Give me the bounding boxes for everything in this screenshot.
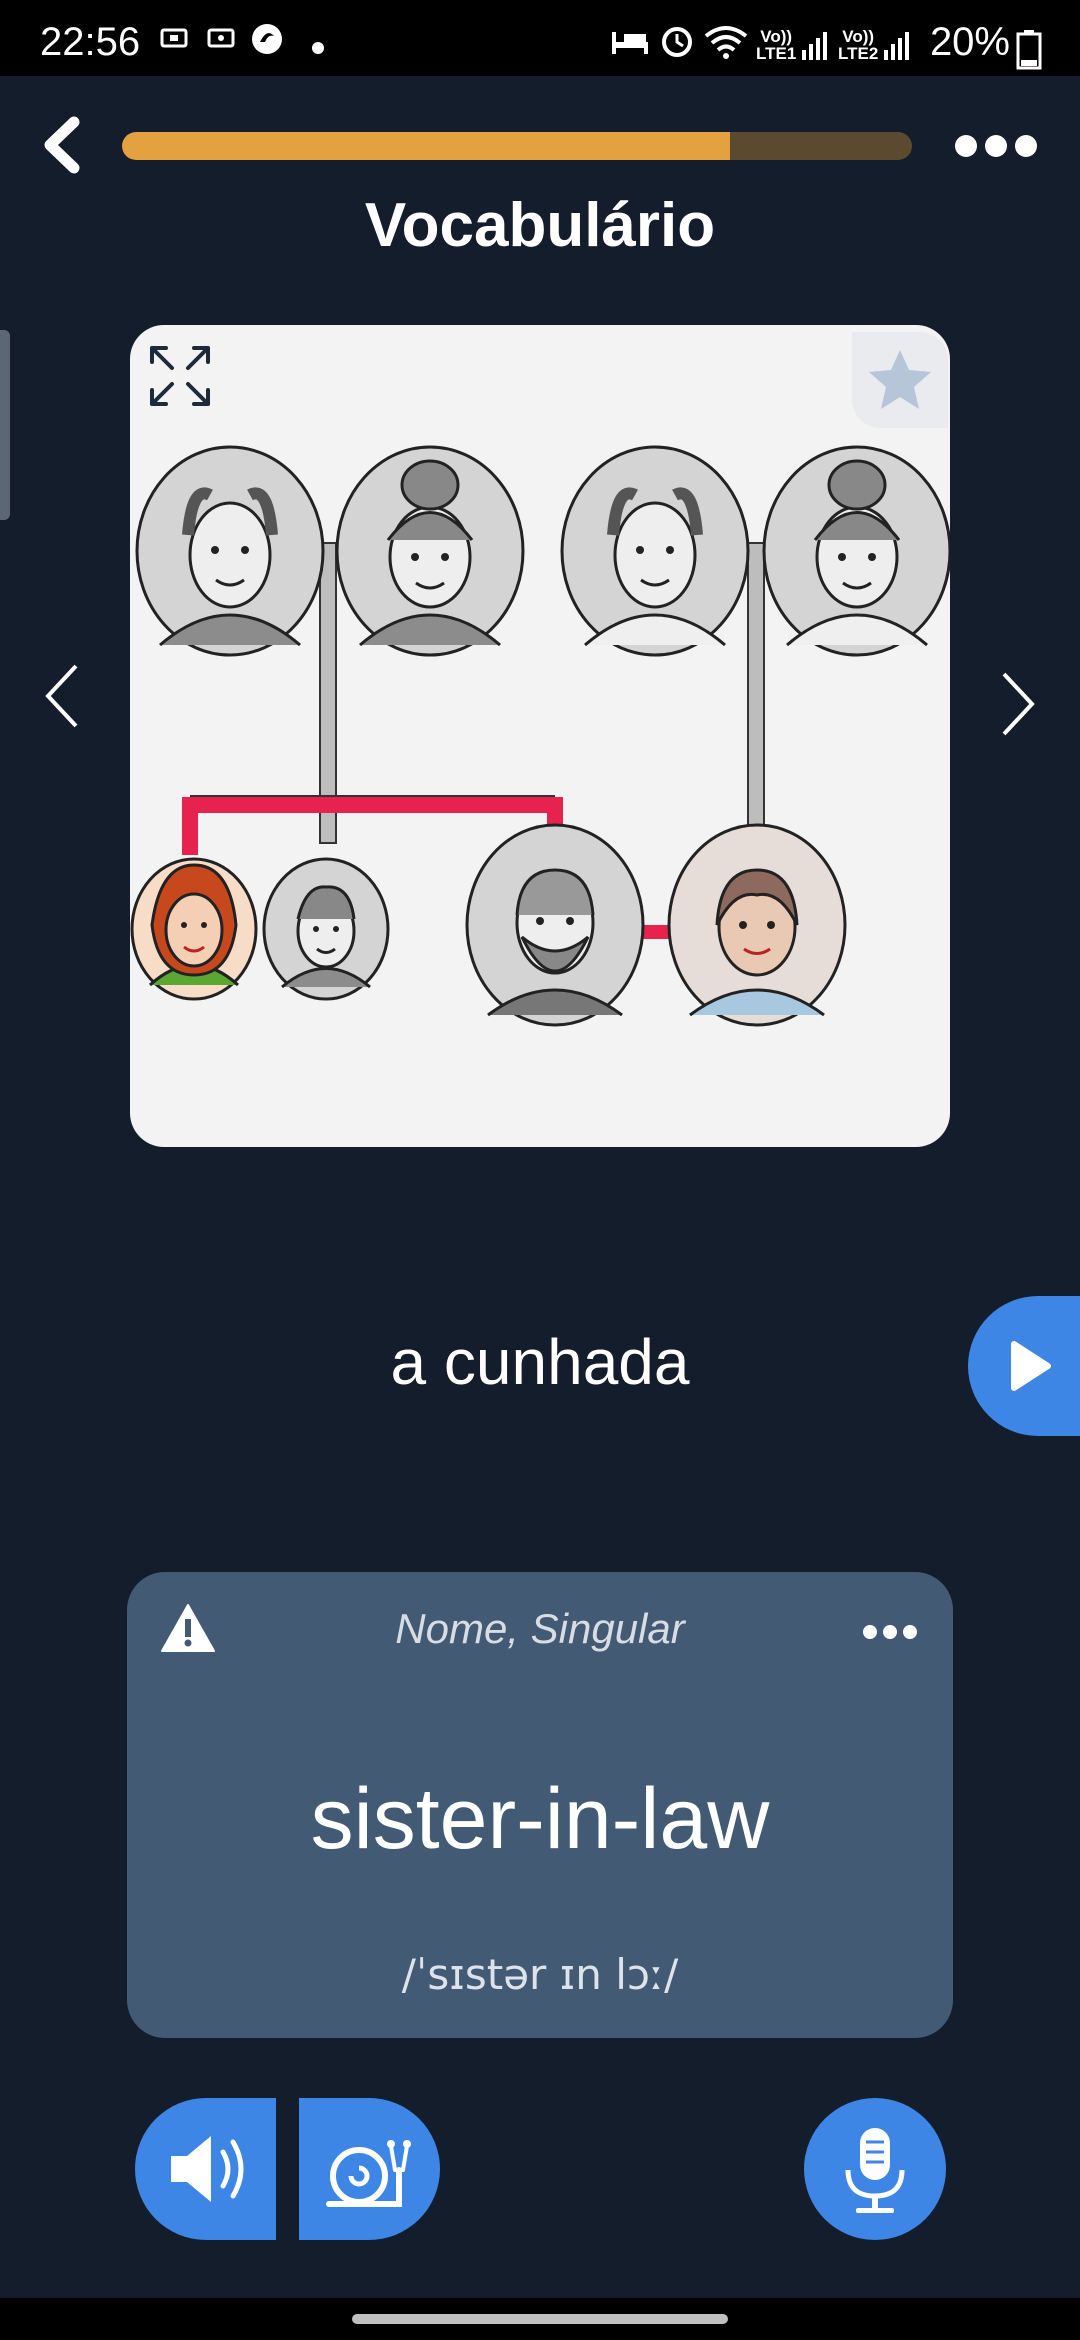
home-gesture-bar[interactable] xyxy=(352,2314,728,2324)
app-notification-icon xyxy=(252,24,282,54)
grandmother-1-avatar xyxy=(335,445,525,657)
star-icon xyxy=(869,350,931,409)
phonetic-transcription: /ˈsɪstər ɪn lɔː/ xyxy=(401,1950,679,1999)
edge-panel-handle[interactable] xyxy=(0,330,10,520)
volte1-indicator: Vo)) LTE1 xyxy=(756,27,797,63)
page-title: Vocabulário xyxy=(364,191,716,260)
signal1-icon xyxy=(802,32,827,60)
family-tree-illustration xyxy=(130,445,950,1027)
volte2-indicator: Vo)) LTE2 xyxy=(838,27,879,63)
word-type-label: Nome, Singular xyxy=(395,1605,685,1652)
slow-audio-button[interactable] xyxy=(299,2098,440,2240)
grandfather-1-avatar xyxy=(135,445,325,657)
play-audio-button[interactable] xyxy=(135,2098,276,2240)
screen-record-icon xyxy=(160,28,188,48)
translation-text: sister-in-law xyxy=(310,1771,770,1867)
notification-dot-icon xyxy=(312,42,324,54)
favorite-button[interactable] xyxy=(852,332,948,428)
play-icon xyxy=(1011,1341,1051,1391)
mother-avatar xyxy=(667,823,847,1027)
card-more-options-button[interactable] xyxy=(858,1612,922,1652)
microphone-button[interactable] xyxy=(804,2098,946,2240)
vocabulary-image-card xyxy=(130,325,950,1147)
more-options-button[interactable] xyxy=(946,120,1046,172)
next-card-arrow[interactable] xyxy=(992,668,1042,740)
play-button[interactable] xyxy=(968,1296,1080,1436)
lesson-progress-bar xyxy=(122,132,912,160)
wifi-icon xyxy=(704,26,748,59)
expand-icon[interactable] xyxy=(140,336,220,416)
status-time: 22:56 xyxy=(40,20,141,64)
battery-icon xyxy=(1016,30,1042,70)
bed-icon xyxy=(612,32,648,54)
signal2-icon xyxy=(884,32,909,60)
back-button[interactable] xyxy=(30,110,100,180)
brother-avatar xyxy=(262,857,390,1001)
grandmother-2-avatar xyxy=(762,445,950,657)
sister-in-law-avatar xyxy=(130,857,258,1001)
grandfather-2-avatar xyxy=(560,445,750,657)
alarm-icon xyxy=(662,27,692,57)
father-avatar xyxy=(465,823,645,1027)
portuguese-word: a cunhada xyxy=(390,1326,690,1398)
lesson-progress-fill xyxy=(122,132,731,160)
previous-card-arrow[interactable] xyxy=(38,660,88,732)
snail-icon xyxy=(326,2140,411,2207)
microphone-icon xyxy=(845,2128,905,2213)
speaker-icon xyxy=(171,2136,244,2202)
battery-level: 20% xyxy=(929,20,1010,64)
screenshot-icon xyxy=(207,28,235,48)
